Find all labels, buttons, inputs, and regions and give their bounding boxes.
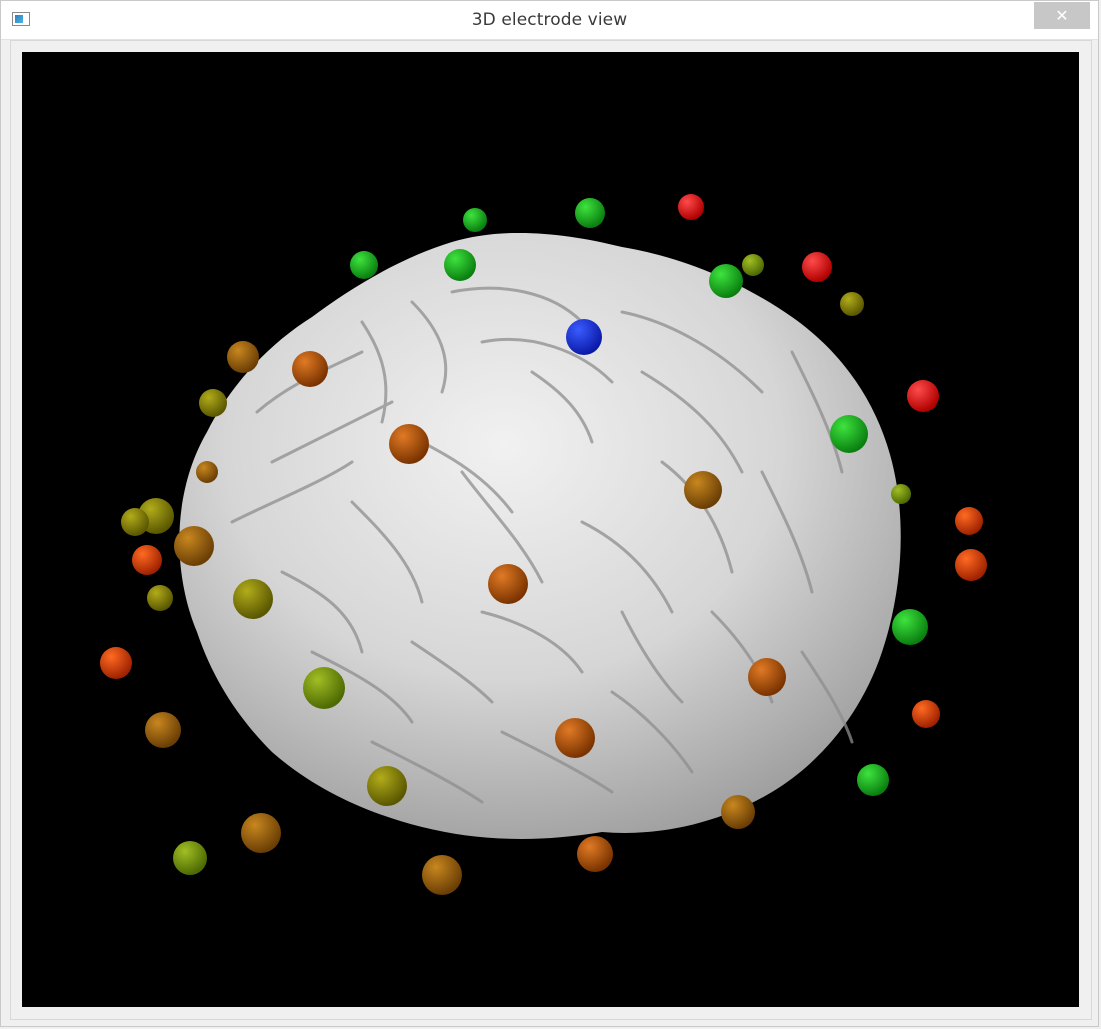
electrode[interactable]: [389, 424, 429, 464]
electrode[interactable]: [907, 380, 939, 412]
electrode[interactable]: [233, 579, 273, 619]
electrode[interactable]: [145, 712, 181, 748]
electrode[interactable]: [488, 564, 528, 604]
electrode[interactable]: [575, 198, 605, 228]
electrode[interactable]: [292, 351, 328, 387]
electrode[interactable]: [463, 208, 487, 232]
electrode[interactable]: [955, 549, 987, 581]
3d-electrode-viewport[interactable]: [22, 52, 1079, 1007]
electrode[interactable]: [444, 249, 476, 281]
electrode[interactable]: [196, 461, 218, 483]
electrode[interactable]: [422, 855, 462, 895]
electrode[interactable]: [227, 341, 259, 373]
brain-render[interactable]: [22, 52, 1079, 1007]
electrode[interactable]: [350, 251, 378, 279]
electrode[interactable]: [891, 484, 911, 504]
window-title: 3D electrode view: [471, 10, 628, 30]
electrode[interactable]: [748, 658, 786, 696]
electrode[interactable]: [121, 508, 149, 536]
electrode[interactable]: [303, 667, 345, 709]
electrode[interactable]: [892, 609, 928, 645]
electrode[interactable]: [555, 718, 595, 758]
electrode[interactable]: [367, 766, 407, 806]
close-icon: ✕: [1055, 6, 1069, 25]
electrode[interactable]: [840, 292, 864, 316]
electrode[interactable]: [132, 545, 162, 575]
electrode[interactable]: [742, 254, 764, 276]
electrode[interactable]: [147, 585, 173, 611]
electrode[interactable]: [709, 264, 743, 298]
electrode[interactable]: [577, 836, 613, 872]
electrode[interactable]: [912, 700, 940, 728]
electrode[interactable]: [684, 471, 722, 509]
electrode[interactable]: [241, 813, 281, 853]
electrode[interactable]: [830, 415, 868, 453]
electrode[interactable]: [802, 252, 832, 282]
electrode[interactable]: [100, 647, 132, 679]
electrode[interactable]: [678, 194, 704, 220]
electrode-blue[interactable]: [566, 319, 602, 355]
electrode[interactable]: [857, 764, 889, 796]
electrode[interactable]: [174, 526, 214, 566]
electrode[interactable]: [955, 507, 983, 535]
title-bar[interactable]: 3D electrode view ✕: [1, 1, 1098, 40]
electrode[interactable]: [173, 841, 207, 875]
electrode[interactable]: [721, 795, 755, 829]
close-button[interactable]: ✕: [1034, 2, 1090, 29]
electrode[interactable]: [199, 389, 227, 417]
